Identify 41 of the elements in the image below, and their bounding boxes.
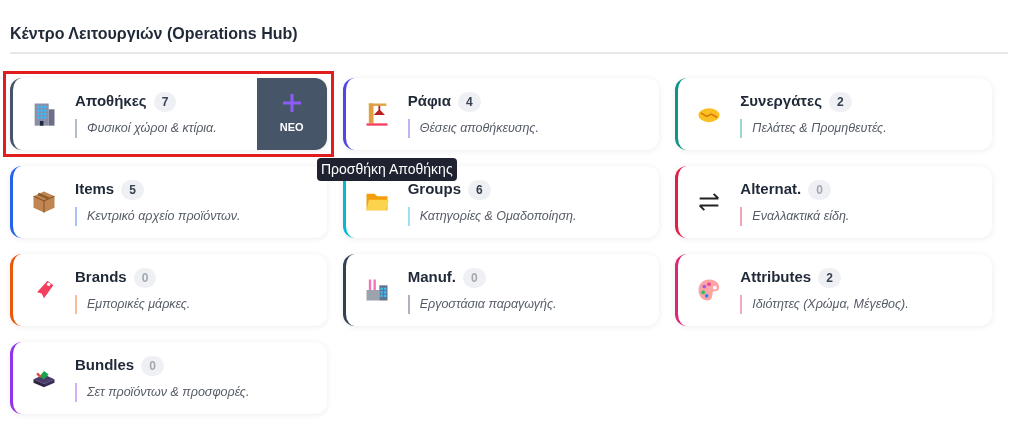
tooltip: Προσθήκη Αποθήκης: [317, 158, 457, 181]
card-description: Κατηγορίες & Ομαδοποίηση.: [407, 206, 660, 226]
module-card[interactable]: Ράφια 4 Θέσεις αποθήκευσης.: [342, 78, 660, 150]
card-title: Ράφια: [407, 91, 451, 112]
count-badge: 5: [121, 179, 144, 200]
card-title: Manuf.: [407, 267, 456, 288]
card-description: Εργοστάσια παραγωγής.: [407, 294, 660, 314]
card-description: Θέσεις αποθήκευσης.: [407, 118, 660, 138]
count-badge: 2: [818, 267, 841, 288]
card-title: Συνεργάτες: [740, 91, 822, 112]
module-card[interactable]: Attributes 2 Ιδιότητες (Χρώμα, Μέγεθος).: [675, 254, 992, 326]
card-description: Σετ προϊόντων & προσφορές.: [75, 382, 327, 402]
card-description: Εμπορικές μάρκες.: [75, 294, 327, 314]
count-badge: 0: [133, 267, 157, 288]
card-title: Alternat.: [740, 179, 802, 200]
count-badge: 4: [458, 91, 481, 112]
count-badge: 7: [153, 91, 177, 112]
module-card[interactable]: Αποθήκες 7 Φυσικοί χώροι & κτίρια. ΝΕΟ: [10, 78, 327, 150]
plus-icon: [281, 92, 302, 113]
card-title: Αποθήκες: [75, 91, 147, 112]
module-card[interactable]: Συνεργάτες 2 Πελάτες & Προμηθευτές.: [675, 78, 992, 150]
module-card[interactable]: Manuf. 0 Εργοστάσια παραγωγής.: [342, 254, 660, 326]
module-card[interactable]: Alternat. 0 Εναλλακτικά είδη.: [675, 166, 992, 238]
module-card[interactable]: Bundles 0 Σετ προϊόντων & προσφορές.: [10, 342, 327, 414]
card-title: Brands: [75, 267, 127, 288]
card-title: Attributes: [740, 267, 812, 288]
count-badge: 6: [468, 179, 491, 200]
count-badge: 0: [463, 267, 486, 288]
count-badge: 0: [808, 179, 831, 200]
card-title: Bundles: [75, 355, 135, 376]
card-description: Ιδιότητες (Χρώμα, Μέγεθος).: [740, 294, 992, 314]
card-description: Εναλλακτικά είδη.: [740, 206, 992, 226]
card-description: Κεντρικό αρχείο προϊόντων.: [75, 206, 327, 226]
card-description: Πελάτες & Προμηθευτές.: [740, 118, 992, 138]
count-badge: 0: [141, 355, 164, 376]
count-badge: 2: [829, 91, 852, 112]
add-new-button[interactable]: ΝΕΟ: [256, 78, 327, 150]
card-title: Items: [75, 179, 115, 200]
section-title: Κέντρο Λειτουργιών (Operations Hub): [10, 24, 299, 44]
module-card[interactable]: Brands 0 Εμπορικές μάρκες.: [10, 254, 327, 326]
card-title: Groups: [407, 179, 461, 200]
